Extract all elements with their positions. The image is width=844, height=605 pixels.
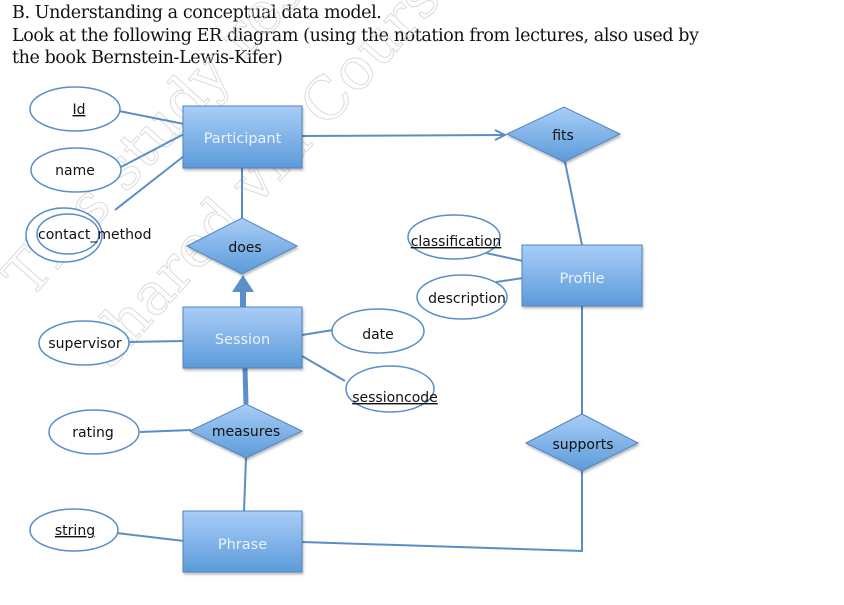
line-participant-fits xyxy=(301,134,506,137)
attribute-string[interactable]: string xyxy=(29,508,119,552)
entity-participant-label: Participant xyxy=(204,131,282,147)
attribute-rating[interactable]: rating xyxy=(48,409,140,455)
attribute-classification[interactable]: classification xyxy=(407,214,502,260)
relationship-fits[interactable]: fits xyxy=(505,106,622,163)
attribute-classification-label: classification xyxy=(411,234,502,250)
line-rating-measures xyxy=(139,429,192,433)
er-diagram: This study resource was shared via Cours… xyxy=(0,0,643,573)
attribute-name[interactable]: name xyxy=(30,147,122,193)
line-supports-phrase xyxy=(301,471,583,553)
entity-profile-label: Profile xyxy=(559,271,604,287)
entity-participant[interactable]: Participant xyxy=(182,105,303,169)
attribute-contact-method-label: contact_method xyxy=(38,227,151,243)
attribute-rating-label: rating xyxy=(72,425,113,441)
attribute-supervisor-label: supervisor xyxy=(48,336,121,352)
attribute-date-label: date xyxy=(362,327,394,343)
entity-session-label: Session xyxy=(215,332,270,348)
relationship-measures[interactable]: measures xyxy=(188,403,304,459)
entity-session[interactable]: Session xyxy=(182,306,303,369)
attribute-date[interactable]: date xyxy=(331,308,425,354)
attribute-contact-method[interactable]: contact_method xyxy=(25,207,151,263)
line-supervisor-session xyxy=(125,340,185,343)
entity-phrase-label: Phrase xyxy=(218,537,267,553)
line-sessioncode-session xyxy=(301,355,346,382)
attribute-description-label: description xyxy=(428,291,506,307)
line-description-profile xyxy=(495,277,524,283)
line-classification-profile xyxy=(485,252,524,262)
relationship-measures-label: measures xyxy=(212,424,280,440)
line-fits-profile xyxy=(564,161,583,246)
bold-line-session-measures xyxy=(242,367,249,405)
relationship-does-label: does xyxy=(228,240,261,256)
relationship-supports[interactable]: supports xyxy=(524,413,640,472)
entity-profile[interactable]: Profile xyxy=(521,244,643,307)
line-measures-phrase xyxy=(243,457,247,512)
attribute-name-label: name xyxy=(55,163,95,179)
attribute-description[interactable]: description xyxy=(416,274,508,320)
entity-phrase[interactable]: Phrase xyxy=(182,510,303,573)
bold-arrowhead-does xyxy=(232,275,254,292)
relationship-supports-label: supports xyxy=(552,437,613,453)
relationship-fits-label: fits xyxy=(552,128,574,144)
attribute-sessioncode-label: sessioncode xyxy=(352,390,438,406)
attribute-sessioncode[interactable]: sessioncode xyxy=(345,365,438,413)
attribute-id-label: Id xyxy=(72,102,85,118)
attribute-supervisor[interactable]: supervisor xyxy=(38,320,130,366)
attribute-string-label: string xyxy=(55,523,95,539)
line-date-session xyxy=(301,329,334,336)
attribute-id[interactable]: Id xyxy=(29,86,121,132)
